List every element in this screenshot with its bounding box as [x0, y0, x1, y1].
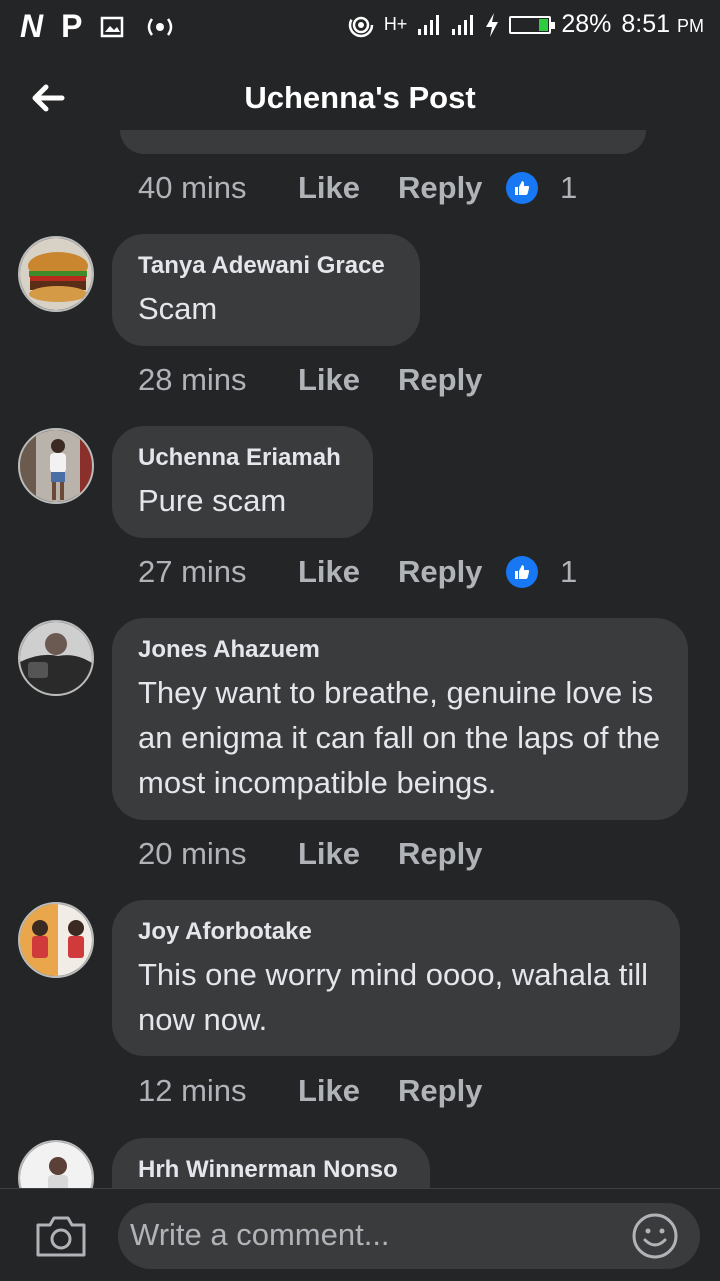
like-button[interactable]: Like	[298, 362, 398, 398]
clock: 8:51 PM	[621, 10, 704, 38]
reply-button[interactable]: Reply	[398, 170, 506, 206]
comment-input-placeholder: Write a comment...	[130, 1217, 390, 1252]
previous-comment-bubble	[120, 130, 646, 154]
comment-text: Pure scam	[138, 483, 287, 518]
thumbs-up-icon	[506, 172, 538, 204]
avatar[interactable]	[18, 236, 94, 312]
battery-percent: 28%	[561, 10, 612, 38]
thumbs-up-icon	[506, 556, 538, 588]
comment-author[interactable]: Jones Ahazuem	[138, 636, 662, 664]
comment-bubble: Joy Aforbotake This one worry mind oooo,…	[112, 900, 680, 1056]
avatar[interactable]	[18, 428, 94, 504]
comment-bubble: Uchenna Eriamah Pure scam	[112, 426, 373, 538]
comment-author[interactable]: Hrh Winnerman Nonso	[138, 1156, 404, 1184]
comment-text: This one worry mind oooo, wahala till no…	[138, 957, 649, 1037]
hotspot-icon	[348, 12, 374, 37]
comment-actions-row: 12 mins Like Reply	[138, 1073, 506, 1109]
comment-time: 28 mins	[138, 362, 247, 397]
comment-author[interactable]: Uchenna Eriamah	[138, 444, 347, 472]
comment-bubble: Jones Ahazuem They want to breathe, genu…	[112, 618, 688, 820]
reaction-count[interactable]: 1	[506, 554, 577, 590]
status-bar: N P H+ 28% 8:51 PM	[0, 0, 720, 52]
signal-icon-2	[452, 14, 474, 35]
comment-time: 27 mins	[138, 554, 247, 589]
battery-icon	[509, 15, 556, 34]
comment-text: Scam	[138, 291, 218, 326]
comment-time: 12 mins	[138, 1073, 247, 1108]
app-n-icon: N	[20, 8, 44, 44]
comment-text: They want to breathe, genuine love is an…	[138, 675, 661, 800]
reaction-count[interactable]: 1	[506, 170, 577, 206]
comment-actions-row: 40 mins Like Reply 1	[138, 170, 577, 206]
comment-time: 20 mins	[138, 836, 247, 871]
comment-author[interactable]: Joy Aforbotake	[138, 918, 654, 946]
reply-button[interactable]: Reply	[398, 554, 506, 590]
page-title: Uchenna's Post	[244, 80, 476, 115]
signal-icon	[418, 14, 440, 35]
camera-icon[interactable]	[34, 1213, 88, 1259]
comment-actions-row: 28 mins Like Reply	[138, 362, 506, 398]
reply-button[interactable]: Reply	[398, 836, 506, 872]
like-button[interactable]: Like	[298, 170, 398, 206]
comment-composer: Write a comment...	[0, 1188, 720, 1281]
like-button[interactable]: Like	[298, 1073, 398, 1109]
avatar[interactable]	[18, 620, 94, 696]
comment-actions-row: 20 mins Like Reply	[138, 836, 506, 872]
comment-bubble: Tanya Adewani Grace Scam	[112, 234, 420, 346]
reply-button[interactable]: Reply	[398, 362, 506, 398]
reply-button[interactable]: Reply	[398, 1073, 506, 1109]
network-type-label: H+	[383, 14, 408, 34]
like-button[interactable]: Like	[298, 836, 398, 872]
comment-author[interactable]: Tanya Adewani Grace	[138, 252, 394, 280]
avatar[interactable]	[18, 902, 94, 978]
charging-icon	[486, 12, 499, 37]
comment-time: 40 mins	[138, 170, 247, 205]
app-p-icon: P	[61, 8, 83, 44]
comment-actions-row: 27 mins Like Reply 1	[138, 554, 577, 590]
broadcast-icon	[148, 17, 173, 36]
gallery-icon	[101, 16, 124, 37]
like-button[interactable]: Like	[298, 554, 398, 590]
smiley-icon[interactable]	[630, 1211, 680, 1261]
comment-input[interactable]: Write a comment...	[118, 1203, 700, 1269]
